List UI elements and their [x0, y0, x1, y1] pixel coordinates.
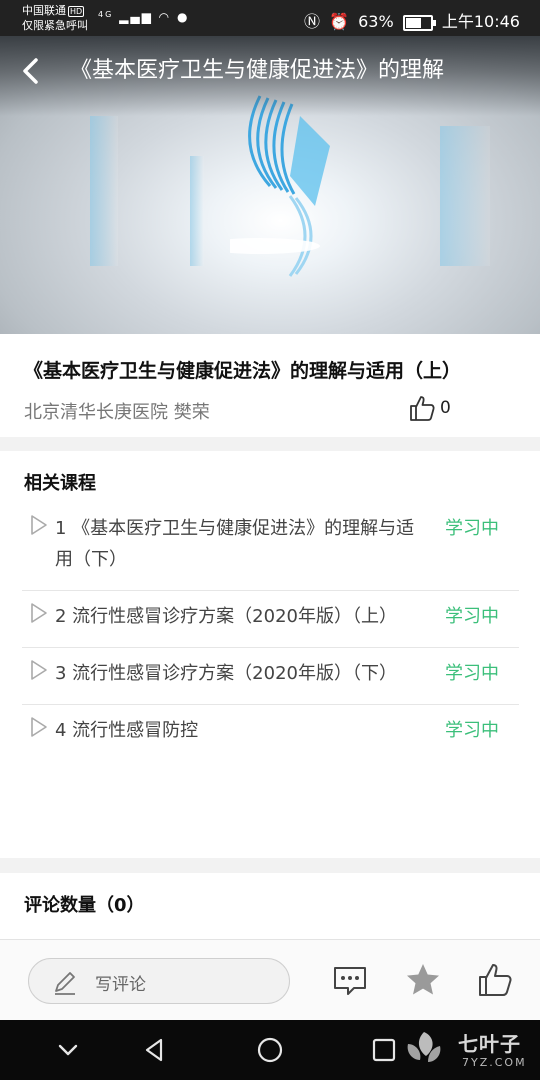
like-count: 0: [440, 398, 451, 418]
carrier-name: 中国联通: [22, 4, 66, 17]
bottom-toolbar: 写评论: [0, 940, 540, 1020]
video-player[interactable]: 《基本医疗卫生与健康促进法》的理解: [0, 36, 540, 334]
status-badge: 学习中: [445, 518, 499, 539]
related-item-1[interactable]: 1 《基本医疗卫生与健康促进法》的理解与适用（下） 学习中: [22, 503, 519, 591]
wifi-icon: ◠: [158, 10, 172, 24]
back-arrow-icon[interactable]: [16, 54, 46, 88]
thumbs-up-icon: [410, 396, 435, 421]
play-outline-icon: [31, 603, 47, 623]
battery-icon: [402, 14, 436, 31]
related-item-3[interactable]: 3 流行性感冒诊疗方案（2020年版）（下） 学习中: [22, 648, 519, 705]
related-item-label: 2 流行性感冒诊疗方案（2020年版）（上）: [55, 606, 397, 627]
comments-section: 评论数量（0）: [0, 873, 540, 940]
nfc-icon: Ⓝ: [304, 12, 321, 31]
network-type: 4G: [98, 10, 114, 19]
like-button[interactable]: 0: [408, 394, 451, 422]
leaf-logo-icon: [407, 1032, 441, 1062]
status-right: Ⓝ ⏰ 63% 上午10:46: [300, 8, 520, 32]
write-comment-input[interactable]: 写评论: [28, 958, 290, 1004]
battery-percent: 63%: [358, 12, 394, 31]
star-icon[interactable]: [403, 960, 443, 1000]
background-pillar: [190, 156, 204, 266]
message-icon: ●: [176, 10, 190, 24]
related-item-label: 1 《基本医疗卫生与健康促进法》的理解与适用（下）: [55, 518, 415, 570]
course-info: 《基本医疗卫生与健康促进法》的理解与适用（上） 北京清华长庚医院 樊荣 0: [0, 334, 540, 437]
system-nav-bar: 七叶子 7YZ.COM: [0, 1020, 540, 1080]
nav-down-icon[interactable]: [52, 1034, 84, 1066]
write-comment-placeholder: 写评论: [95, 975, 146, 995]
status-carrier: 中国联通 HD 仅限紧急呼叫: [22, 3, 88, 33]
related-courses: 相关课程 1 《基本医疗卫生与健康促进法》的理解与适用（下） 学习中 2 流行性…: [0, 451, 540, 858]
background-pillar: [90, 116, 118, 266]
hd-badge: HD: [68, 6, 85, 17]
related-item-2[interactable]: 2 流行性感冒诊疗方案（2020年版）（上） 学习中: [22, 591, 519, 648]
related-item-label: 3 流行性感冒诊疗方案（2020年版）（下）: [55, 663, 397, 684]
pen-icon: [55, 972, 75, 995]
chat-bubble-icon[interactable]: [330, 960, 370, 1000]
video-logo-graphic: [230, 95, 330, 277]
related-item-4[interactable]: 4 流行性感冒防控 学习中: [22, 705, 519, 761]
background-pillar: [440, 126, 490, 266]
related-heading: 相关课程: [24, 473, 96, 494]
alarm-icon: ⏰: [329, 12, 350, 31]
related-item-label: 4 流行性感冒防控: [55, 720, 199, 741]
status-bar: 中国联通 HD 仅限紧急呼叫 4G ▂▄▆ ◠ ● Ⓝ ⏰ 63% 上午10:46: [0, 0, 540, 36]
course-title: 《基本医疗卫生与健康促进法》的理解与适用（上）: [24, 360, 462, 382]
status-badge: 学习中: [445, 720, 499, 741]
watermark-domain: 7YZ.COM: [462, 1056, 527, 1069]
thumbs-up-icon[interactable]: [475, 960, 515, 1000]
play-outline-icon: [31, 515, 47, 535]
signal-icon: ▂▄▆: [119, 10, 153, 24]
related-list: 1 《基本医疗卫生与健康促进法》的理解与适用（下） 学习中 2 流行性感冒诊疗方…: [22, 503, 519, 761]
status-time: 上午10:46: [441, 12, 520, 31]
course-author: 北京清华长庚医院 樊荣: [24, 402, 210, 423]
play-outline-icon: [31, 660, 47, 680]
comments-count-heading: 评论数量（0）: [24, 895, 145, 916]
status-badge: 学习中: [445, 606, 499, 627]
watermark: 七叶子 7YZ.COM: [396, 1026, 526, 1076]
nav-home-icon[interactable]: [254, 1034, 286, 1066]
page-title: 《基本医疗卫生与健康促进法》的理解: [70, 58, 445, 83]
signal-icons: 4G ▂▄▆ ◠ ●: [98, 10, 189, 24]
play-outline-icon: [31, 717, 47, 737]
watermark-name: 七叶子: [458, 1032, 521, 1056]
emergency-text: 仅限紧急呼叫: [22, 19, 88, 32]
status-badge: 学习中: [445, 663, 499, 684]
nav-back-icon[interactable]: [139, 1034, 171, 1066]
